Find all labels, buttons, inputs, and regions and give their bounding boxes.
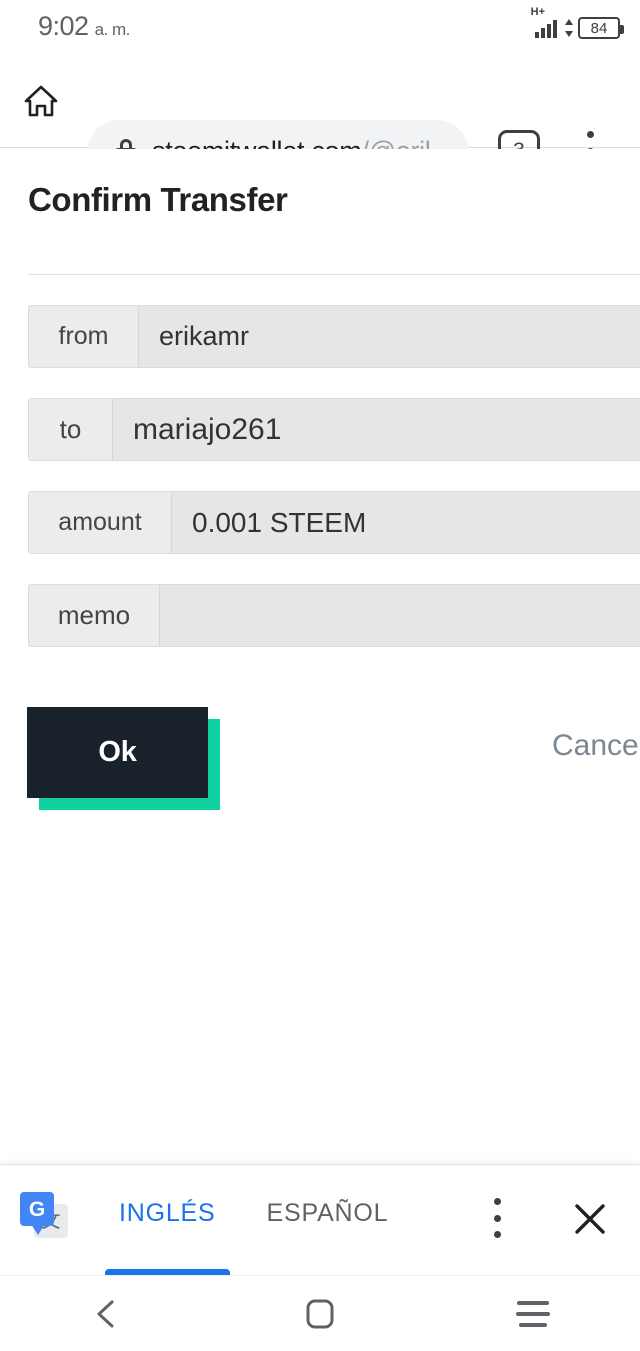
battery-level-label: 84 [590, 19, 608, 37]
battery-icon: 84 [578, 17, 624, 39]
row-value-from: erikamr [159, 321, 250, 351]
row-label-to: to [29, 399, 113, 460]
status-bar: 9:02 a. m. H+ 84 [0, 0, 640, 54]
back-chevron-icon[interactable] [0, 1276, 213, 1351]
status-clock: 9:02 a. m. [38, 11, 130, 42]
clock-ampm: a. m. [94, 20, 131, 39]
signal-bars-icon [535, 20, 557, 47]
cancel-link[interactable]: Cancel [552, 729, 640, 763]
row-label-memo: memo [29, 585, 160, 646]
translate-g-letter: G [20, 1192, 54, 1235]
row-value-memo [160, 585, 640, 646]
form-row-amount: amount 0.001 STEEM [28, 491, 640, 554]
form-row-from: from erikamr [28, 305, 640, 368]
android-navigation-bar [0, 1275, 640, 1351]
translate-bar: 文 G INGLÉS ESPAÑOL [0, 1164, 640, 1276]
browser-toolbar: steemitwallet.com/@eril 3 [0, 54, 640, 182]
row-value-amount: 0.001 STEEM [192, 506, 367, 538]
action-buttons: Ok Cancel [0, 707, 640, 827]
close-icon[interactable] [570, 1199, 610, 1239]
google-translate-icon: 文 G [20, 1192, 68, 1240]
ok-button[interactable]: Ok [27, 707, 208, 798]
row-value-to: mariajo261 [133, 412, 282, 446]
form-row-to: to mariajo261 [28, 398, 640, 461]
ok-button-wrapper: Ok [27, 707, 220, 810]
recent-apps-icon[interactable] [427, 1276, 640, 1351]
status-icons: 84 [535, 5, 624, 47]
form-row-memo: memo [28, 584, 640, 647]
page-title: Confirm Transfer [28, 181, 288, 218]
tab-espanol[interactable]: ESPAÑOL [253, 1165, 403, 1276]
data-transfer-icon [563, 18, 573, 38]
phone-screen: 9:02 a. m. H+ 84 steemitwallet.com/@eril… [0, 0, 640, 1351]
tab-ingles[interactable]: INGLÉS [105, 1165, 230, 1276]
language-tabs: INGLÉS ESPAÑOL [105, 1165, 402, 1276]
clock-time: 9:02 [38, 11, 89, 41]
home-icon[interactable] [18, 78, 64, 124]
row-label-amount: amount [29, 492, 172, 553]
web-page-content: Confirm Transfer from erikamr to mariajo… [0, 149, 640, 1164]
home-square-icon[interactable] [213, 1276, 426, 1351]
row-label-from: from [29, 306, 139, 367]
title-divider [28, 274, 640, 275]
translate-menu-button[interactable] [487, 1198, 507, 1238]
